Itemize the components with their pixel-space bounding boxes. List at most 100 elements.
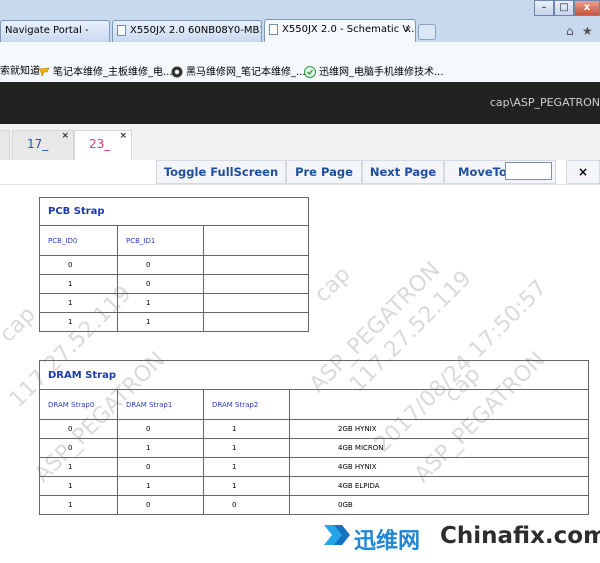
table-cell: 4GB MICRON: [289, 438, 589, 458]
app-header: cap\ASP_PEGATRON: [0, 82, 600, 124]
moveto-input[interactable]: [505, 162, 552, 180]
table-cell: 1: [203, 476, 290, 496]
table-cell: 0GB: [289, 495, 589, 515]
page-icon: [117, 24, 126, 36]
table-cell: 1: [39, 312, 118, 332]
maximize-button[interactable]: □: [554, 0, 574, 16]
chinafix-logo-cn: 迅维网: [354, 529, 421, 554]
pcb-strap-table: PCB Strap PCB_ID0 PCB_ID1 0 0 1 0 1 1 1 …: [39, 197, 309, 332]
favorites-star-icon[interactable]: ★: [582, 24, 593, 38]
browser-tab-label: X550JX 2.0 60NB08Y0-MB1...: [130, 25, 262, 36]
browser-tab-label: X550JX 2.0 - Schematic V...: [282, 24, 416, 35]
table-row: 0 1 1 4GB MICRON: [39, 438, 589, 458]
viewer-toolbar: Toggle FullScreen Pre Page Next Page Mov…: [0, 160, 600, 184]
table-cell: 0: [203, 495, 290, 515]
viewer-close-button[interactable]: ×: [566, 160, 600, 184]
favorite-label: 索就知道: [0, 66, 40, 77]
table-cell: 4GB ELPIDA: [289, 476, 589, 496]
table-header-cell: PCB_ID1: [117, 225, 204, 256]
new-tab-button[interactable]: [418, 24, 436, 40]
table-cell: 0: [117, 255, 204, 275]
tab-label: 23_: [89, 137, 111, 151]
favorite-link[interactable]: 迅维网_电脑手机维修技术...: [304, 66, 444, 79]
table-cell: 1: [203, 457, 290, 477]
table-header-cell: [203, 225, 309, 256]
table-cell: 0: [39, 438, 118, 458]
table-cell: 1: [117, 438, 204, 458]
watermark-text: cap: [310, 262, 356, 308]
table-cell: [203, 274, 309, 294]
table-row: 0 0 1 2GB HYNIX: [39, 419, 589, 439]
browser-tab-strip: Navigate Portal - X550JX 2.0 60NB08Y0-MB…: [0, 0, 600, 42]
table-cell: 0: [117, 419, 204, 439]
table-cell: 0: [117, 457, 204, 477]
window-controls: – □ x: [534, 0, 600, 16]
table-cell: 0: [117, 495, 204, 515]
tab-label: 17_: [27, 137, 49, 151]
chinafix-logo-en: Chinafix.com: [440, 523, 600, 549]
table-header-cell: DRAM Strap0: [39, 389, 118, 420]
tab-close-icon[interactable]: ×: [119, 123, 127, 149]
dram-strap-table: DRAM Strap DRAM Strap0 DRAM Strap1 DRAM …: [39, 360, 589, 515]
favorite-site-icon: [304, 66, 316, 78]
close-icon[interactable]: x: [405, 20, 411, 40]
tab-previous-partial[interactable]: [0, 130, 10, 160]
table-cell: 1: [39, 274, 118, 294]
table-cell: 1: [39, 457, 118, 477]
page-icon: [269, 23, 278, 35]
browser-tab-board[interactable]: X550JX 2.0 60NB08Y0-MB1...: [112, 20, 262, 42]
table-header-cell: [289, 389, 589, 420]
table-row: 1 1: [39, 312, 309, 332]
table-header-cell: PCB_ID0: [39, 225, 118, 256]
table-cell: 1: [117, 476, 204, 496]
browser-tab-label: Navigate Portal -: [5, 25, 89, 36]
table-header-cell: DRAM Strap2: [203, 389, 290, 420]
favorite-site-icon: [171, 66, 183, 78]
table-cell: 0: [39, 419, 118, 439]
table-row: 1 0 1 4GB HYNIX: [39, 457, 589, 477]
table-title: DRAM Strap: [39, 360, 589, 390]
table-row: 1 1: [39, 293, 309, 313]
browser-tab-schematic[interactable]: X550JX 2.0 - Schematic V... x: [264, 19, 416, 42]
window-close-button[interactable]: x: [574, 0, 600, 16]
table-cell: 1: [117, 293, 204, 313]
toggle-fullscreen-button[interactable]: Toggle FullScreen: [156, 160, 286, 184]
favorite-label: 迅维网_电脑手机维修技术...: [319, 67, 444, 78]
favorite-link[interactable]: 笔记本维修_主板维修_电...: [38, 66, 173, 79]
tab-page-17[interactable]: 17_ ×: [12, 130, 74, 160]
table-cell: 1: [39, 293, 118, 313]
table-cell: 1: [39, 495, 118, 515]
table-cell: 1: [203, 419, 290, 439]
table-cell: 1: [203, 438, 290, 458]
favorite-link[interactable]: 索就知道: [0, 66, 40, 78]
table-row: 0 0: [39, 255, 309, 275]
moveto-label: MoveTo: [458, 165, 507, 179]
favorites-bar: 索就知道 笔记本维修_主板维修_电... 黑马维修网_笔记本维修_... 迅维网…: [0, 42, 600, 83]
browser-tab-navigate-portal[interactable]: Navigate Portal -: [0, 20, 110, 42]
chinafix-logo-icon: [322, 521, 350, 549]
tab-page-23[interactable]: 23_ ×: [74, 130, 132, 160]
user-label: cap\ASP_PEGATRON: [489, 96, 600, 109]
page-tab-bar: 17_ × 23_ ×: [0, 124, 600, 160]
table-row: 1 0: [39, 274, 309, 294]
table-cell: 0: [39, 255, 118, 275]
toolbar-divider: [0, 184, 600, 185]
table-row: 1 1 1 4GB ELPIDA: [39, 476, 589, 496]
minimize-button[interactable]: –: [534, 0, 554, 16]
watermark-text: cap: [0, 302, 41, 348]
table-cell: 0: [117, 274, 204, 294]
table-header-cell: DRAM Strap1: [117, 389, 204, 420]
tab-close-icon[interactable]: ×: [61, 123, 69, 149]
table-title: PCB Strap: [39, 197, 309, 226]
favorite-link[interactable]: 黑马维修网_笔记本维修_...: [171, 66, 306, 79]
home-icon[interactable]: ⌂: [566, 24, 574, 38]
favorite-label: 黑马维修网_笔记本维修_...: [186, 67, 306, 78]
next-page-button[interactable]: Next Page: [362, 160, 444, 184]
table-cell: 1: [39, 476, 118, 496]
favorite-label: 笔记本维修_主板维修_电...: [53, 67, 173, 78]
pre-page-button[interactable]: Pre Page: [286, 160, 362, 184]
table-row: 1 0 0 0GB: [39, 495, 589, 515]
table-cell: [203, 293, 309, 313]
favorite-site-icon: [38, 66, 50, 78]
table-cell: 4GB HYNIX: [289, 457, 589, 477]
